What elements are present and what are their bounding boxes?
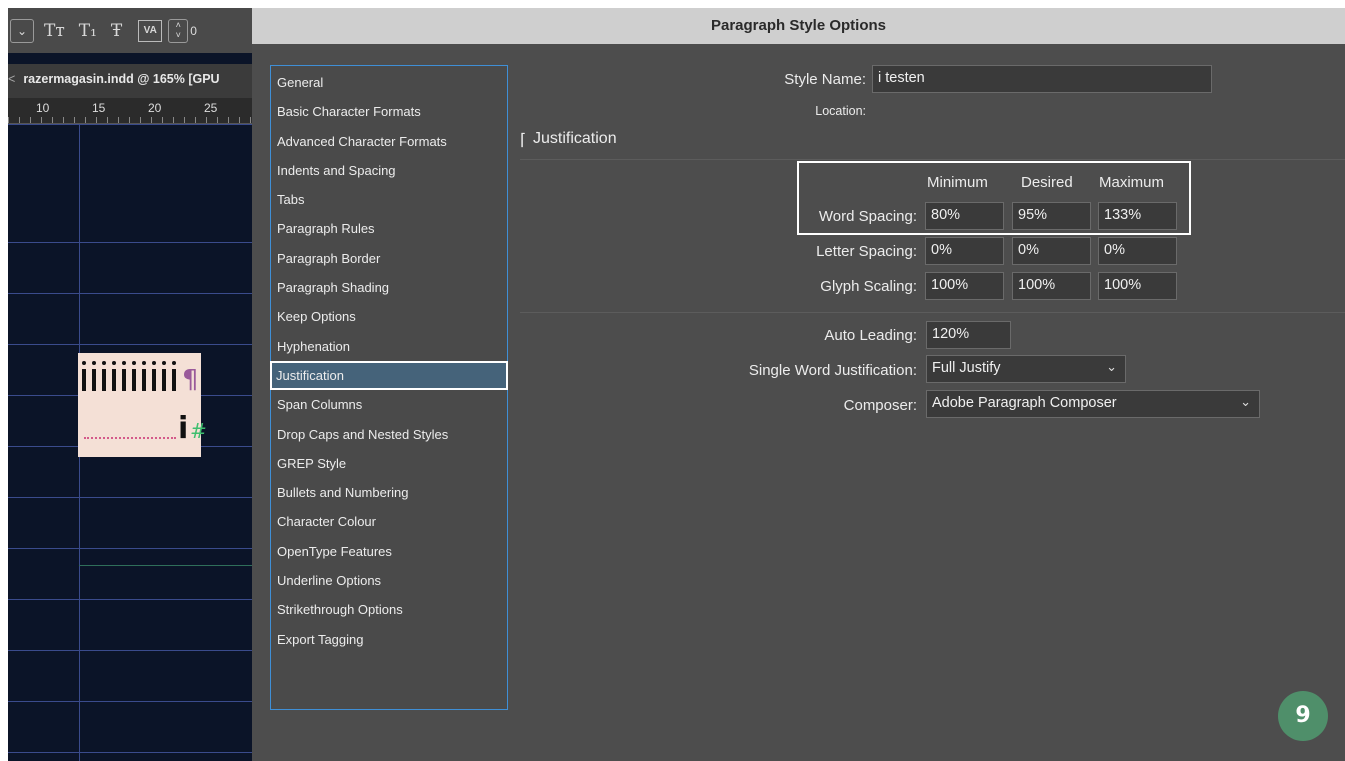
nav-item-advanced-character-formats[interactable]: Advanced Character Formats <box>271 127 507 156</box>
ruler-number: 15 <box>92 101 106 115</box>
glyph-scaling-desired-field[interactable]: 100% <box>1012 272 1091 300</box>
baseline-guide <box>8 344 252 345</box>
single-word-justification-value: Full Justify <box>932 360 1001 376</box>
word-spacing-desired-field[interactable]: 95% <box>1012 202 1091 230</box>
kerning-stepper[interactable]: ˄ ˅ <box>168 18 189 43</box>
nav-item-bullets-and-numbering[interactable]: Bullets and Numbering <box>271 478 507 507</box>
nav-item-opentype-features[interactable]: OpenType Features <box>271 537 507 566</box>
nav-item-grep-style[interactable]: GREP Style <box>271 449 507 478</box>
section-title: Justification <box>533 130 617 147</box>
baseline-guide <box>8 752 252 753</box>
strikethrough-button[interactable]: Ŧ <box>107 21 126 41</box>
word-spacing-label: Word Spacing: <box>818 208 917 225</box>
baseline-guide <box>79 565 252 566</box>
nav-item-span-columns[interactable]: Span Columns <box>271 390 507 419</box>
single-word-justification-select[interactable]: Full Justify ⌄ <box>926 355 1126 383</box>
composer-highlight-line <box>84 437 176 439</box>
margin-guide <box>8 124 252 125</box>
nav-item-drop-caps[interactable]: Drop Caps and Nested Styles <box>271 420 507 449</box>
text-frame[interactable]: ¶ i # <box>78 353 207 457</box>
ruler-ticks <box>8 117 252 123</box>
nav-item-tabs[interactable]: Tabs <box>271 185 507 214</box>
ruler-number: 25 <box>204 101 218 115</box>
composer-label: Composer: <box>843 397 917 414</box>
ruler-number: 10 <box>36 101 50 115</box>
section-marker-icon: ⌈ <box>520 132 527 149</box>
document-tab[interactable]: < razermagasin.indd @ 165% [GPU <box>8 64 252 98</box>
ruler-number: 20 <box>148 101 162 115</box>
options-divider <box>520 312 1345 313</box>
end-of-story-icon: # <box>190 419 207 443</box>
document-tab-title: razermagasin.indd @ 165% [GPU <box>23 72 220 86</box>
pilcrow-icon: ¶ <box>182 365 199 395</box>
nav-item-paragraph-shading[interactable]: Paragraph Shading <box>271 273 507 302</box>
nav-item-general[interactable]: General <box>271 68 507 97</box>
document-window: ⌄ Tт T₁ Ŧ VA ˄ ˅ 0 < razermagasin.indd @ 1… <box>8 8 252 761</box>
glyph-scaling-max-field[interactable]: 100% <box>1098 272 1177 300</box>
baseline-guide <box>8 242 252 243</box>
style-name-field[interactable]: i testen <box>872 65 1212 93</box>
nav-item-indents-and-spacing[interactable]: Indents and Spacing <box>271 156 507 185</box>
subscript-button[interactable]: T₁ <box>75 21 101 41</box>
column-desired: Desired <box>1021 174 1073 191</box>
word-spacing-max-field[interactable]: 133% <box>1098 202 1177 230</box>
letter-spacing-desired-field[interactable]: 0% <box>1012 237 1091 265</box>
dropdown-chevron-button[interactable]: ⌄ <box>10 18 34 43</box>
category-list: General Basic Character Formats Advanced… <box>270 65 508 710</box>
nav-item-hyphenation[interactable]: Hyphenation <box>271 332 507 361</box>
section-divider <box>520 159 1345 160</box>
letter-spacing-label: Letter Spacing: <box>816 243 917 260</box>
column-minimum: Minimum <box>927 174 988 191</box>
small-caps-button[interactable]: Tт <box>40 21 69 41</box>
location-label: Location: <box>815 104 866 118</box>
letter-spacing-min-field[interactable]: 0% <box>925 237 1004 265</box>
nav-item-keep-options[interactable]: Keep Options <box>271 302 507 331</box>
dialog-title: Paragraph Style Options <box>252 8 1345 44</box>
nav-item-underline-options[interactable]: Underline Options <box>271 566 507 595</box>
baseline-guide <box>8 599 252 600</box>
nav-item-paragraph-border[interactable]: Paragraph Border <box>271 244 507 273</box>
text-glyph: i <box>178 411 189 446</box>
nav-item-justification[interactable]: Justification <box>270 360 508 391</box>
horizontal-ruler: 10 15 20 25 <box>8 98 252 124</box>
kerning-value[interactable]: 0 <box>190 24 197 38</box>
baseline-guide <box>8 548 252 549</box>
nav-item-character-colour[interactable]: Character Colour <box>271 507 507 536</box>
word-spacing-min-field[interactable]: 80% <box>925 202 1004 230</box>
column-maximum: Maximum <box>1099 174 1165 191</box>
composer-select[interactable]: Adobe Paragraph Composer ⌄ <box>926 390 1260 418</box>
composer-value: Adobe Paragraph Composer <box>932 395 1117 411</box>
nav-item-strikethrough-options[interactable]: Strikethrough Options <box>271 595 507 624</box>
paragraph-style-options-dialog: Paragraph Style Options General Basic Ch… <box>252 8 1345 761</box>
page-canvas[interactable]: ¶ i # <box>8 124 252 761</box>
character-toolbar: ⌄ Tт T₁ Ŧ VA ˄ ˅ 0 <box>8 8 252 53</box>
glyph-scaling-label: Glyph Scaling: <box>820 278 917 295</box>
nav-item-basic-character-formats[interactable]: Basic Character Formats <box>271 97 507 126</box>
letter-spacing-max-field[interactable]: 0% <box>1098 237 1177 265</box>
chevron-down-icon: ⌄ <box>1240 394 1251 409</box>
style-name-label: Style Name: <box>784 71 866 88</box>
step-number-badge: 9 <box>1278 691 1328 741</box>
baseline-guide <box>8 293 252 294</box>
baseline-guide <box>8 497 252 498</box>
kerning-icon: VA <box>138 19 163 42</box>
baseline-guide <box>8 701 252 702</box>
nav-item-paragraph-rules[interactable]: Paragraph Rules <box>271 214 507 243</box>
close-tab-icon[interactable]: < <box>8 72 15 86</box>
glyph-scaling-min-field[interactable]: 100% <box>925 272 1004 300</box>
auto-leading-field[interactable]: 120% <box>926 321 1011 349</box>
auto-leading-label: Auto Leading: <box>824 327 917 344</box>
baseline-guide <box>8 650 252 651</box>
single-word-justification-label: Single Word Justification: <box>748 362 917 379</box>
chevron-down-icon: ⌄ <box>1106 359 1117 374</box>
nav-item-export-tagging[interactable]: Export Tagging <box>271 625 507 654</box>
